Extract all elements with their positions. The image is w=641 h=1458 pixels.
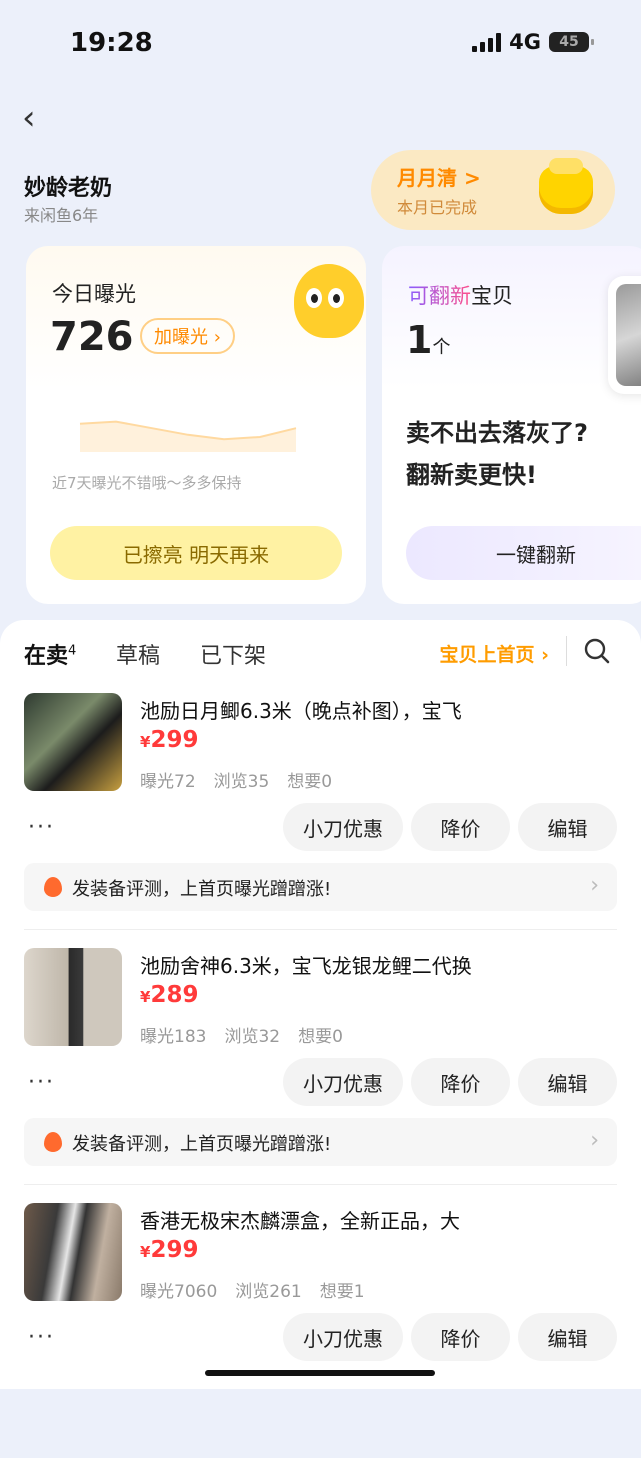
search-icon[interactable] [584,638,610,664]
battery-level: 45 [559,34,579,50]
refresh-count: 1个 [406,318,450,362]
tab-selling-label: 在卖 [24,644,69,669]
refresh-title-highlight: 可翻新 [408,284,471,308]
home-indicator [205,1370,435,1376]
item-image[interactable] [24,948,122,1046]
item-price: ¥289 [140,982,198,1008]
item-title[interactable]: 池励日月鲫6.3米（晚点补图），宝飞 [140,695,462,724]
price-value: 299 [150,727,199,753]
price-currency: ¥ [140,733,151,751]
item-title[interactable]: 池励舍神6.3米，宝飞龙银龙鲤二代换 [140,950,472,979]
price-value: 299 [150,1237,199,1263]
small-discount-button[interactable]: 小刀优惠 [283,1058,403,1106]
tab-offline[interactable]: 已下架 [200,638,266,670]
monthly-title: 月月清 > [397,166,481,190]
promo-tip[interactable]: 发装备评测，上首页曝光蹭蹭涨! › [24,1118,617,1166]
tip-text: 发装备评测，上首页曝光蹭蹭涨! [72,879,332,900]
stat-wants: 想要0 [298,1027,343,1047]
shop-subtitle: 来闲鱼6年 [24,206,99,225]
refresh-title-rest: 宝贝 [471,284,513,308]
polished-button[interactable]: 已擦亮 明天再来 [50,526,342,580]
more-options-icon[interactable]: ··· [28,1070,55,1095]
refresh-count-unit: 个 [432,337,451,358]
network-label: 4G [509,30,541,54]
fire-icon [44,1132,62,1152]
exposure-hint: 近7天曝光不错哦～多多保持 [52,474,242,492]
stat-wants: 想要0 [287,772,333,792]
item-price: ¥299 [140,727,198,753]
exposure-card: 今日曝光 726 加曝光 › 近7天曝光不错哦～多多保持 已擦亮 明天再来 [26,246,366,604]
monthly-subtitle: 本月已完成 [397,198,478,217]
back-icon[interactable]: ‹ [22,98,36,138]
gold-pot-icon [539,158,593,214]
exposure-value: 726 [50,314,134,360]
edit-button[interactable]: 编辑 [518,1313,617,1361]
refresh-slogan-line1: 卖不出去落灰了? [406,419,588,447]
stat-views: 浏览32 [224,1027,281,1047]
stat-exposure: 曝光183 [140,1027,207,1047]
list-item[interactable]: 池励舍神6.3米，宝飞龙银龙鲤二代换 ¥289 曝光183 浏览32 想要0 ···… [0,948,641,1203]
chevron-right-icon: › [590,873,599,898]
item-price: ¥299 [140,1237,198,1263]
item-image[interactable] [24,1203,122,1301]
boost-exposure-button[interactable]: 加曝光 › [140,318,235,354]
listing-panel: 在卖4 草稿 已下架 宝贝上首页 › 池励日月鲫6.3米（晚点补图），宝飞 ¥2… [0,620,641,1389]
signal-icon [472,32,502,52]
status-indicators: 4G 45 [472,30,594,54]
tab-draft[interactable]: 草稿 [116,638,160,670]
stat-views: 浏览261 [235,1282,302,1302]
shop-name: 妙龄老奶 [24,176,113,201]
list-item[interactable]: 池励日月鲫6.3米（晚点补图），宝飞 ¥299 曝光72 浏览35 想要0 ··· … [0,693,641,948]
monthly-clear-badge[interactable]: 月月清 > 本月已完成 [371,150,615,230]
small-discount-button[interactable]: 小刀优惠 [283,803,403,851]
refresh-count-value: 1 [406,318,433,362]
mascot-bird-icon [294,264,364,338]
home-promote-link[interactable]: 宝贝上首页 › [440,640,549,667]
tab-selling-count: 4 [68,643,77,659]
reduce-price-button[interactable]: 降价 [411,1058,510,1106]
price-value: 289 [150,982,199,1008]
tab-selling[interactable]: 在卖4 [24,638,76,670]
refresh-slogan: 卖不出去落灰了? 翻新卖更快! [406,412,588,496]
exposure-title: 今日曝光 [52,282,136,306]
stat-exposure: 曝光7060 [140,1282,218,1302]
stat-exposure: 曝光72 [140,772,196,792]
stat-views: 浏览35 [213,772,270,792]
price-currency: ¥ [140,988,151,1006]
item-separator [24,1184,617,1185]
item-stats: 曝光7060 浏览261 想要1 [140,1277,383,1302]
tip-text: 发装备评测，上首页曝光蹭蹭涨! [72,1134,332,1155]
refresh-card: 可翻新宝贝 1个 卖不出去落灰了? 翻新卖更快! 一键翻新 [382,246,641,604]
list-item[interactable]: 香港无极宋杰麟漂盒，全新正品，大 ¥299 曝光7060 浏览261 想要1 ···… [0,1203,641,1458]
battery-icon: 45 [549,32,594,52]
item-title[interactable]: 香港无极宋杰麟漂盒，全新正品，大 [140,1205,460,1234]
reduce-price-button[interactable]: 降价 [411,1313,510,1361]
item-image[interactable] [24,693,122,791]
status-time: 19:28 [70,28,153,58]
item-thumbnail-preview [608,276,641,394]
exposure-trend-chart [79,420,297,452]
chevron-right-icon: › [590,1128,599,1153]
more-options-icon[interactable]: ··· [28,815,55,840]
item-stats: 曝光72 浏览35 想要0 [140,767,350,792]
item-stats: 曝光183 浏览32 想要0 [140,1022,361,1047]
edit-button[interactable]: 编辑 [518,1058,617,1106]
one-click-refresh-button[interactable]: 一键翻新 [406,526,641,580]
reduce-price-button[interactable]: 降价 [411,803,510,851]
small-discount-button[interactable]: 小刀优惠 [283,1313,403,1361]
price-currency: ¥ [140,1243,151,1261]
refresh-slogan-line2: 翻新卖更快! [406,461,537,489]
more-options-icon[interactable]: ··· [28,1325,55,1350]
stat-wants: 想要1 [319,1282,365,1302]
promo-tip[interactable]: 发装备评测，上首页曝光蹭蹭涨! › [24,863,617,911]
item-separator [24,929,617,930]
refresh-title: 可翻新宝贝 [408,280,513,310]
fire-icon [44,877,62,897]
edit-button[interactable]: 编辑 [518,803,617,851]
divider [566,636,567,666]
